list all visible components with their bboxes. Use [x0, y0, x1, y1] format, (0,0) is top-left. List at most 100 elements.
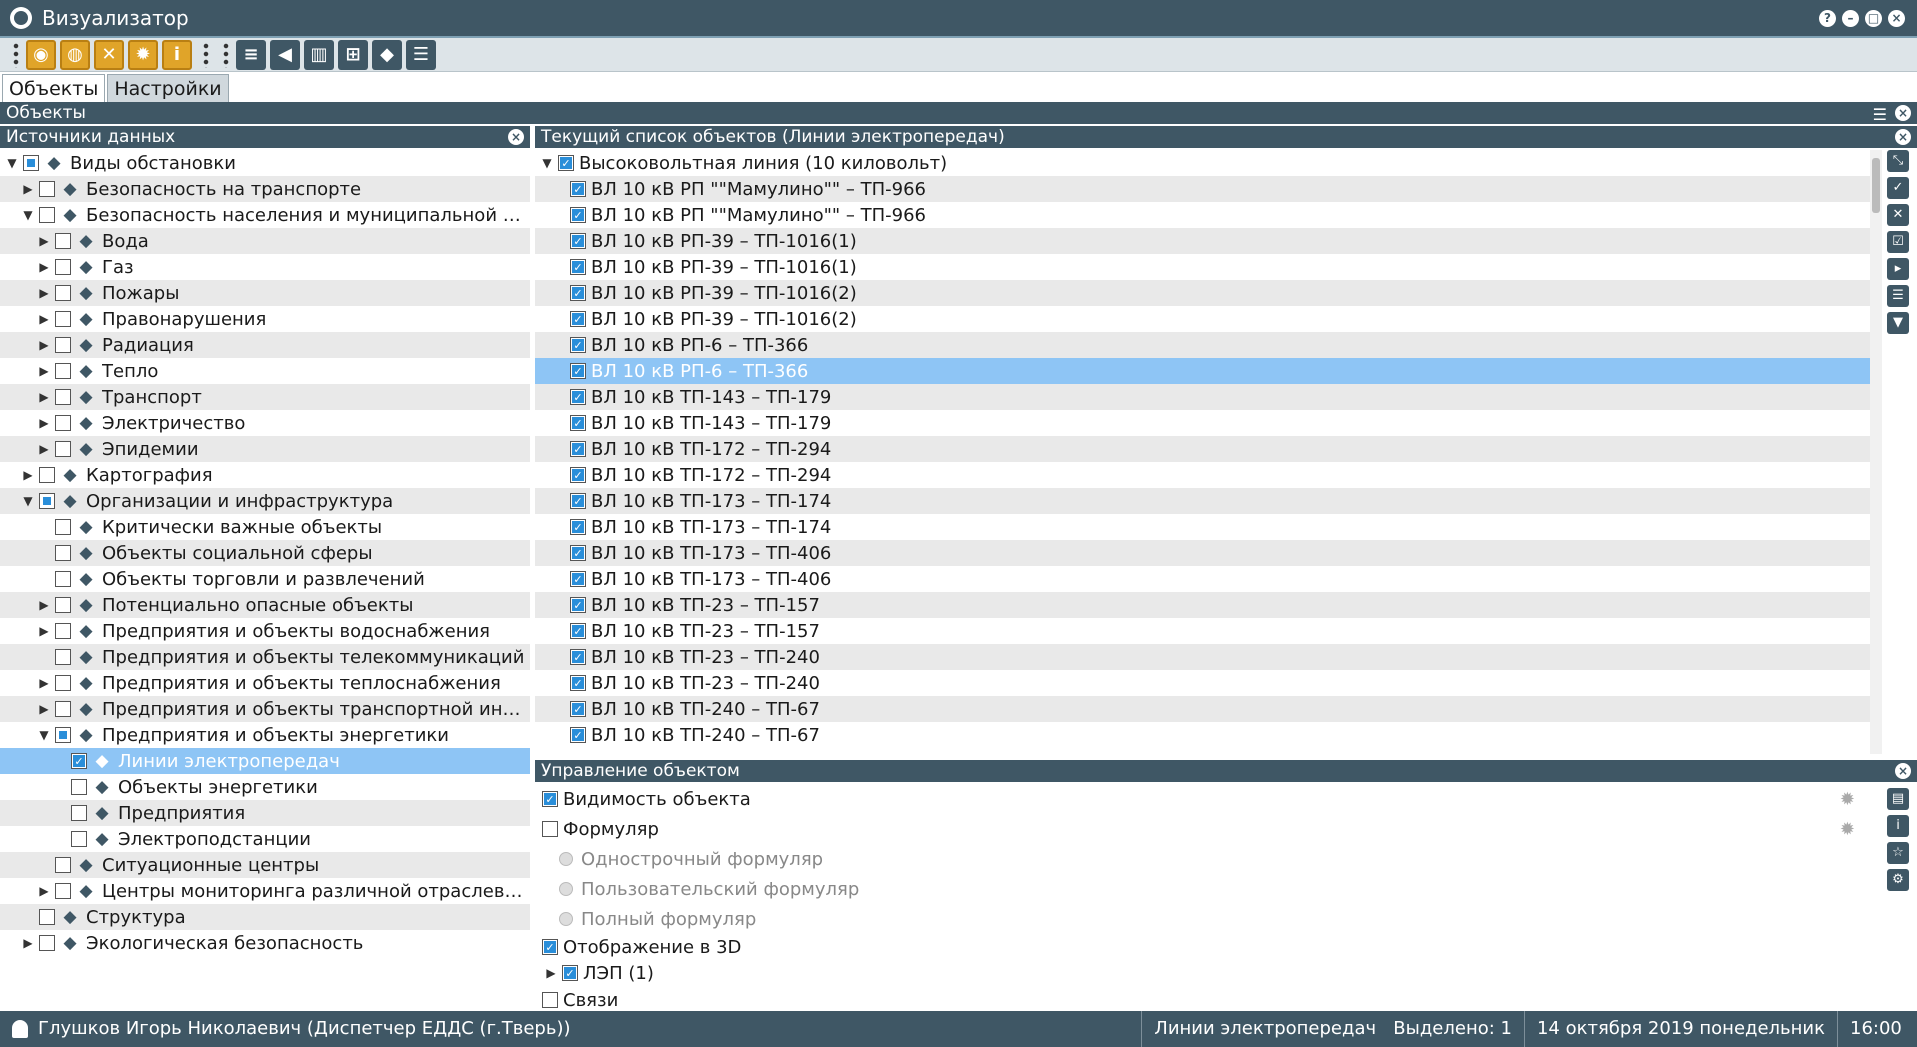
lep-expand-icon[interactable]: ▶ — [543, 966, 559, 980]
tree-item[interactable]: ▼ ◆ Виды обстановки — [0, 150, 530, 176]
formular-checkbox[interactable] — [542, 821, 558, 837]
expand-arrow-icon[interactable]: ▶ — [36, 286, 52, 300]
display-3d-checkbox[interactable] — [542, 939, 558, 955]
tree-item-checkbox[interactable] — [55, 649, 71, 665]
list-item[interactable]: ВЛ 10 кВ РП-39 – ТП-1016(2) — [535, 280, 1870, 306]
list-item-checkbox[interactable] — [570, 285, 586, 301]
tree-item-checkbox[interactable] — [71, 779, 87, 795]
tree-item[interactable]: ◆ Ситуационные центры — [0, 852, 530, 878]
uncheck-all-icon[interactable]: ✕ — [1887, 204, 1909, 226]
custom-row[interactable]: Пользовательский формуляр — [535, 874, 1885, 904]
expand-arrow-icon[interactable]: ▶ — [36, 442, 52, 456]
layers-tool-icon[interactable]: ◆ — [372, 39, 402, 70]
lep-checkbox[interactable] — [562, 965, 578, 981]
expand-arrow-icon[interactable]: ▶ — [36, 624, 52, 638]
tree-item-checkbox[interactable] — [39, 935, 55, 951]
list-item[interactable]: ВЛ 10 кВ ТП-172 – ТП-294 — [535, 436, 1870, 462]
tree-item[interactable]: ▶ ◆ Эпидемии — [0, 436, 530, 462]
tree-item[interactable]: ▶ ◆ Экологическая безопасность — [0, 930, 530, 956]
collapse-arrow-icon[interactable]: ▼ — [20, 208, 36, 222]
list-item[interactable]: ВЛ 10 кВ ТП-23 – ТП-157 — [535, 618, 1870, 644]
tree-item-checkbox[interactable] — [55, 675, 71, 691]
toolbar-grip-2[interactable] — [202, 41, 210, 68]
tree-item-checkbox[interactable] — [55, 389, 71, 405]
list-item[interactable]: ВЛ 10 кВ ТП-173 – ТП-406 — [535, 566, 1870, 592]
tree-item[interactable]: ◆ Критически важные объекты — [0, 514, 530, 540]
full-row[interactable]: Полный формуляр — [535, 904, 1885, 934]
tab-objects[interactable]: Объекты — [2, 74, 106, 102]
list-item[interactable]: ВЛ 10 кВ ТП-240 – ТП-67 — [535, 696, 1870, 722]
list-item[interactable]: ВЛ 10 кВ РП-6 – ТП-366 — [535, 358, 1870, 384]
tree-item[interactable]: ▶ ◆ Правонарушения — [0, 306, 530, 332]
tree-item[interactable]: ◆ Объекты социальной сферы — [0, 540, 530, 566]
visibility-row[interactable]: Видимость объекта ✹ — [535, 784, 1885, 814]
tree-item[interactable]: ◆ Структура — [0, 904, 530, 930]
tree-item-checkbox[interactable] — [55, 519, 71, 535]
lep-row[interactable]: ▶ ЛЭП (1) — [535, 960, 1885, 986]
expand-arrow-icon[interactable]: ▶ — [36, 390, 52, 404]
tree-item-checkbox[interactable] — [39, 207, 55, 223]
objects-panel-close-icon[interactable]: × — [1895, 105, 1911, 121]
tree-item-checkbox[interactable] — [55, 363, 71, 379]
links-row[interactable]: Связи — [535, 986, 1885, 1014]
list-item-checkbox[interactable] — [570, 597, 586, 613]
tree-item[interactable]: ◆ Объекты торговли и развлечений — [0, 566, 530, 592]
tree-item-checkbox[interactable] — [55, 233, 71, 249]
expand-arrow-icon[interactable]: ▶ — [36, 702, 52, 716]
checkbox-icon[interactable]: ☑ — [1887, 231, 1909, 253]
collapse-arrow-icon[interactable]: ▼ — [4, 156, 20, 170]
full-radio[interactable] — [559, 912, 573, 926]
tree-item[interactable]: ▶ ◆ Потенциально опасные объекты — [0, 592, 530, 618]
tree-item[interactable]: ◆ Предприятия — [0, 800, 530, 826]
tree-item[interactable]: ▶ ◆ Вода — [0, 228, 530, 254]
list-item-checkbox[interactable] — [570, 727, 586, 743]
tree-item[interactable]: ▶ ◆ Тепло — [0, 358, 530, 384]
list-item[interactable]: ВЛ 10 кВ ТП-173 – ТП-174 — [535, 514, 1870, 540]
globe-tool-icon[interactable]: ◍ — [60, 39, 90, 70]
tree-item[interactable]: ▶ ◆ Безопасность на транспорте — [0, 176, 530, 202]
expand-arrow-icon[interactable]: ▶ — [36, 884, 52, 898]
list-item-checkbox[interactable] — [570, 571, 586, 587]
list-item-checkbox[interactable] — [570, 337, 586, 353]
tree-item-checkbox[interactable] — [39, 467, 55, 483]
tree-item[interactable]: ▶ ◆ Картография — [0, 462, 530, 488]
list-item[interactable]: ВЛ 10 кВ ТП-23 – ТП-157 — [535, 592, 1870, 618]
single-line-row[interactable]: Однострочный формуляр — [535, 844, 1885, 874]
tree-item[interactable]: ▶ ◆ Предприятия и объекты теплоснабжения — [0, 670, 530, 696]
toolbar-grip[interactable] — [12, 41, 20, 68]
list-group[interactable]: ▼ Высоковольтная линия (10 киловольт) — [535, 150, 1870, 176]
tree-item-checkbox[interactable] — [55, 441, 71, 457]
display-3d-row[interactable]: Отображение в 3D — [535, 934, 1885, 960]
tree-item-checkbox[interactable] — [55, 285, 71, 301]
tree-item-checkbox[interactable] — [55, 701, 71, 717]
custom-radio[interactable] — [559, 882, 573, 896]
list-item-checkbox[interactable] — [570, 519, 586, 535]
list-item[interactable]: ВЛ 10 кВ ТП-143 – ТП-179 — [535, 384, 1870, 410]
list-icon[interactable]: ☰ — [406, 39, 436, 70]
visibility-checkbox[interactable] — [542, 791, 558, 807]
tree-item-checkbox[interactable] — [55, 571, 71, 587]
list-item[interactable]: ВЛ 10 кВ ТП-173 – ТП-174 — [535, 488, 1870, 514]
collapse-icon[interactable]: ⤡ — [1887, 150, 1909, 172]
list-item[interactable]: ВЛ 10 кВ РП-39 – ТП-1016(2) — [535, 306, 1870, 332]
sliders-icon[interactable]: ≡ — [236, 39, 266, 70]
tree-item[interactable]: ▶ ◆ Транспорт — [0, 384, 530, 410]
tree-item-checkbox[interactable] — [71, 753, 87, 769]
list-item-checkbox[interactable] — [570, 701, 586, 717]
tree-item[interactable]: ▶ ◆ Центры мониторинга различной отраслево… — [0, 878, 530, 904]
list-item[interactable]: ВЛ 10 кВ ТП-143 – ТП-179 — [535, 410, 1870, 436]
star-icon[interactable]: ☆ — [1887, 842, 1909, 864]
expand-arrow-icon[interactable]: ▶ — [36, 364, 52, 378]
single-line-radio[interactable] — [559, 852, 573, 866]
tree-item[interactable]: ▶ ◆ Электричество — [0, 410, 530, 436]
tree-item-checkbox[interactable] — [55, 415, 71, 431]
tree-item-checkbox[interactable] — [55, 337, 71, 353]
list-group-checkbox[interactable] — [558, 155, 574, 171]
tree-item[interactable]: ◆ Предприятия и объекты телекоммуникаций — [0, 644, 530, 670]
collapse-arrow-icon[interactable]: ▼ — [36, 728, 52, 742]
list-item-checkbox[interactable] — [570, 389, 586, 405]
list-item[interactable]: ВЛ 10 кВ РП-39 – ТП-1016(1) — [535, 228, 1870, 254]
formular-row[interactable]: Формуляр ✹ — [535, 814, 1885, 844]
close-icon[interactable]: × — [1888, 10, 1905, 27]
tree-item-checkbox[interactable] — [55, 259, 71, 275]
